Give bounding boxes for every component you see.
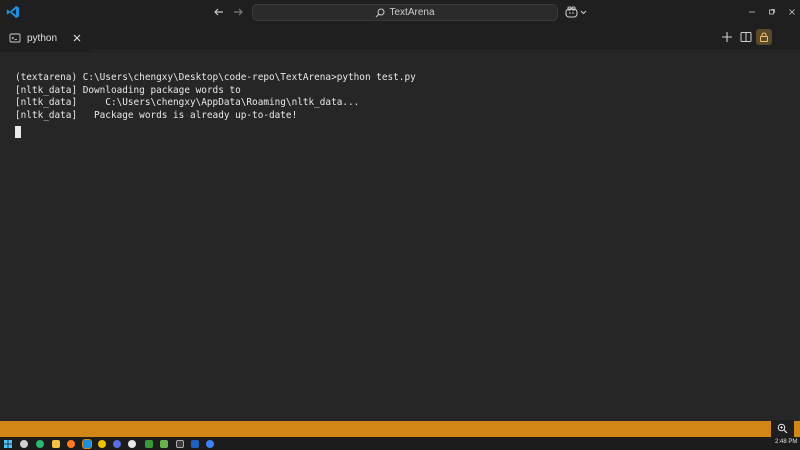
explorer-icon[interactable] xyxy=(52,440,60,448)
clock[interactable]: 2:48 PM xyxy=(775,439,797,445)
chevron-down-icon xyxy=(580,10,587,15)
firefox-icon[interactable] xyxy=(67,440,75,448)
terminal-icon[interactable] xyxy=(160,440,168,448)
terminal-line: [nltk_data] Package words is already up-… xyxy=(15,110,298,122)
lock-icon[interactable] xyxy=(756,29,772,45)
edge-icon[interactable] xyxy=(36,440,44,448)
terminal-line: (textarena) C:\Users\chengxy\Desktop\cod… xyxy=(15,72,416,83)
title-bar: TextArena xyxy=(0,0,800,25)
zoom-in-icon xyxy=(777,423,788,434)
app-icon[interactable] xyxy=(113,440,121,448)
tab-python[interactable]: python xyxy=(0,25,90,51)
terminal-panel[interactable]: (textarena) C:\Users\chengxy\Desktop\cod… xyxy=(0,52,800,422)
vscode-logo-icon xyxy=(6,5,20,19)
start-icon[interactable] xyxy=(4,440,12,448)
tab-bar: python xyxy=(0,25,800,51)
app-icon[interactable] xyxy=(176,440,184,448)
back-arrow-icon[interactable] xyxy=(212,5,226,19)
minimize-icon[interactable] xyxy=(746,6,758,18)
forward-arrow-icon[interactable] xyxy=(231,5,245,19)
search-text: TextArena xyxy=(389,7,435,18)
chrome-icon[interactable] xyxy=(98,440,106,448)
terminal-line: [nltk_data] Downloading package words to xyxy=(15,84,241,96)
status-bar xyxy=(0,421,800,437)
split-pane-icon[interactable] xyxy=(738,29,754,45)
app-icon[interactable] xyxy=(145,440,153,448)
search-icon xyxy=(375,8,385,18)
command-center-search[interactable]: TextArena xyxy=(252,4,558,21)
terminal-scrollbar[interactable] xyxy=(790,52,800,422)
copilot-icon xyxy=(565,6,578,18)
terminal-icon xyxy=(9,32,21,44)
terminal-cursor xyxy=(15,125,21,138)
close-icon[interactable] xyxy=(71,32,83,44)
app-icon[interactable] xyxy=(191,440,199,448)
search-icon[interactable] xyxy=(20,440,28,448)
restore-icon[interactable] xyxy=(766,6,778,18)
zoom-button[interactable] xyxy=(771,420,794,437)
obs-icon[interactable] xyxy=(128,440,136,448)
vscode-icon[interactable] xyxy=(82,439,92,449)
terminal-line: [nltk_data] C:\Users\chengxy\AppData\Roa… xyxy=(15,97,360,109)
app-icon[interactable] xyxy=(206,440,214,448)
tab-label: python xyxy=(27,32,58,44)
close-window-icon[interactable] xyxy=(786,6,798,18)
new-terminal-plus-icon[interactable] xyxy=(719,29,735,45)
copilot-menu[interactable] xyxy=(565,4,589,20)
